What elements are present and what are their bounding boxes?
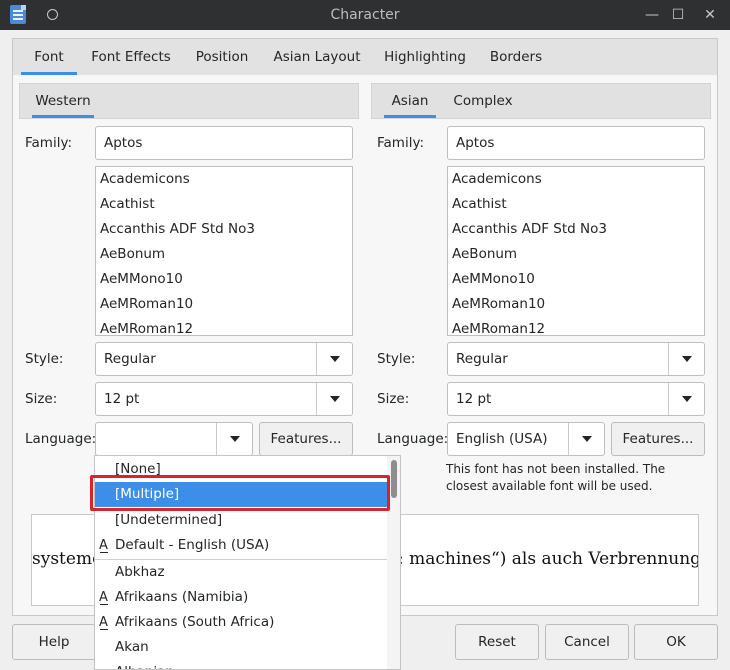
list-item[interactable]: AeMMono10 [448, 267, 704, 292]
western-language-select[interactable] [95, 422, 253, 456]
reset-button[interactable]: Reset [455, 624, 539, 660]
list-item[interactable]: AeMRoman10 [448, 292, 704, 317]
western-size-value: 12 pt [104, 391, 140, 407]
list-item[interactable]: Academicons [448, 167, 704, 192]
font-not-installed-note: This font has not been installed. The cl… [446, 462, 666, 493]
tab-position[interactable]: Position [189, 39, 255, 75]
chevron-down-icon[interactable] [668, 343, 704, 375]
minimize-icon[interactable]: — [643, 6, 661, 24]
list-item[interactable]: Accanthis ADF Std No3 [448, 217, 704, 242]
list-item[interactable]: AeMRoman10 [96, 292, 352, 317]
asian-features-button[interactable]: Features... [611, 422, 705, 456]
dropdown-item-undetermined[interactable]: [Undetermined] [95, 508, 387, 533]
list-item[interactable]: AeMRoman12 [96, 317, 352, 335]
western-family-input[interactable]: Aptos [95, 126, 353, 160]
tab-font-effects[interactable]: Font Effects [85, 39, 177, 75]
western-style-select[interactable]: Regular [95, 342, 353, 376]
western-subtab-bar: Western [19, 83, 359, 119]
window-title: Character [330, 7, 400, 23]
tab-highlighting[interactable]: Highlighting [379, 39, 471, 75]
ok-button[interactable]: OK [634, 624, 718, 660]
asian-language-label: Language: [377, 431, 449, 447]
western-style-label: Style: [25, 351, 64, 367]
spellcheck-icon: A [99, 610, 108, 635]
spellcheck-icon: A [99, 585, 108, 610]
language-dropdown-list[interactable]: [None] [Multiple] [Undetermined] A Defaul… [94, 455, 401, 670]
asian-size-select[interactable]: 12 pt [447, 382, 705, 416]
subtab-western[interactable]: Western [32, 84, 94, 118]
dropdown-item-none[interactable]: [None] [95, 457, 387, 482]
asian-style-select[interactable]: Regular [447, 342, 705, 376]
dropdown-item-default-english[interactable]: A Default - English (USA) [95, 533, 387, 558]
asian-font-list[interactable]: Academicons Acathist Accanthis ADF Std N… [447, 166, 705, 336]
tab-bar: Font Font Effects Position Asian Layout … [13, 39, 717, 75]
help-button[interactable]: Help [12, 624, 96, 660]
asian-subtab-bar: Asian Complex [371, 83, 711, 119]
asian-family-input[interactable]: Aptos [447, 126, 705, 160]
list-item[interactable]: Acathist [96, 192, 352, 217]
list-item[interactable]: Acathist [448, 192, 704, 217]
western-language-label: Language: [25, 431, 97, 447]
asian-style-label: Style: [377, 351, 416, 367]
list-item[interactable]: Academicons [96, 167, 352, 192]
western-size-label: Size: [25, 391, 58, 407]
chevron-down-icon[interactable] [668, 383, 704, 415]
preview-text-right: : machines“) als auch Verbrennungsn [398, 549, 699, 569]
cancel-button[interactable]: Cancel [545, 624, 629, 660]
spellcheck-icon: A [99, 533, 108, 558]
western-family-label: Family: [25, 135, 73, 151]
western-size-select[interactable]: 12 pt [95, 382, 353, 416]
tab-borders[interactable]: Borders [485, 39, 547, 75]
dropdown-item-afrikaans-south-africa[interactable]: A Afrikaans (South Africa) [95, 610, 387, 635]
asian-style-value: Regular [456, 351, 508, 367]
list-item[interactable]: Accanthis ADF Std No3 [96, 217, 352, 242]
dropdown-item-akan[interactable]: Akan [95, 635, 387, 660]
chevron-down-icon[interactable] [216, 423, 252, 455]
list-item[interactable]: AeMMono10 [96, 267, 352, 292]
western-style-value: Regular [104, 351, 156, 367]
title-bar: Character — ☐ ✕ [0, 0, 730, 30]
list-item[interactable]: AeMRoman12 [448, 317, 704, 335]
dropdown-item-albanian[interactable]: Albanian [95, 660, 387, 669]
western-features-button[interactable]: Features... [259, 422, 353, 456]
tab-asian-layout[interactable]: Asian Layout [269, 39, 365, 75]
chevron-down-icon[interactable] [568, 423, 604, 455]
asian-size-value: 12 pt [456, 391, 492, 407]
list-item[interactable]: AeBonum [448, 242, 704, 267]
asian-language-value: English (USA) [456, 431, 548, 447]
tab-font[interactable]: Font [21, 39, 77, 75]
western-font-list[interactable]: Academicons Acathist Accanthis ADF Std N… [95, 166, 353, 336]
dropdown-item-afrikaans-namibia[interactable]: A Afrikaans (Namibia) [95, 585, 387, 610]
maximize-icon[interactable]: ☐ [669, 6, 687, 24]
asian-language-select[interactable]: English (USA) [447, 422, 605, 456]
subtab-asian[interactable]: Asian [384, 84, 436, 118]
subtab-complex[interactable]: Complex [448, 84, 518, 118]
scrollbar-thumb[interactable] [391, 460, 397, 498]
chevron-down-icon[interactable] [316, 343, 352, 375]
asian-family-label: Family: [377, 135, 425, 151]
list-item[interactable]: AeBonum [96, 242, 352, 267]
asian-size-label: Size: [377, 391, 410, 407]
close-icon[interactable]: ✕ [701, 6, 719, 24]
dropdown-item-abkhaz[interactable]: Abkhaz [95, 560, 387, 585]
chevron-down-icon[interactable] [316, 383, 352, 415]
dropdown-scrollbar[interactable] [387, 456, 400, 669]
dropdown-item-multiple[interactable]: [Multiple] [95, 482, 387, 507]
